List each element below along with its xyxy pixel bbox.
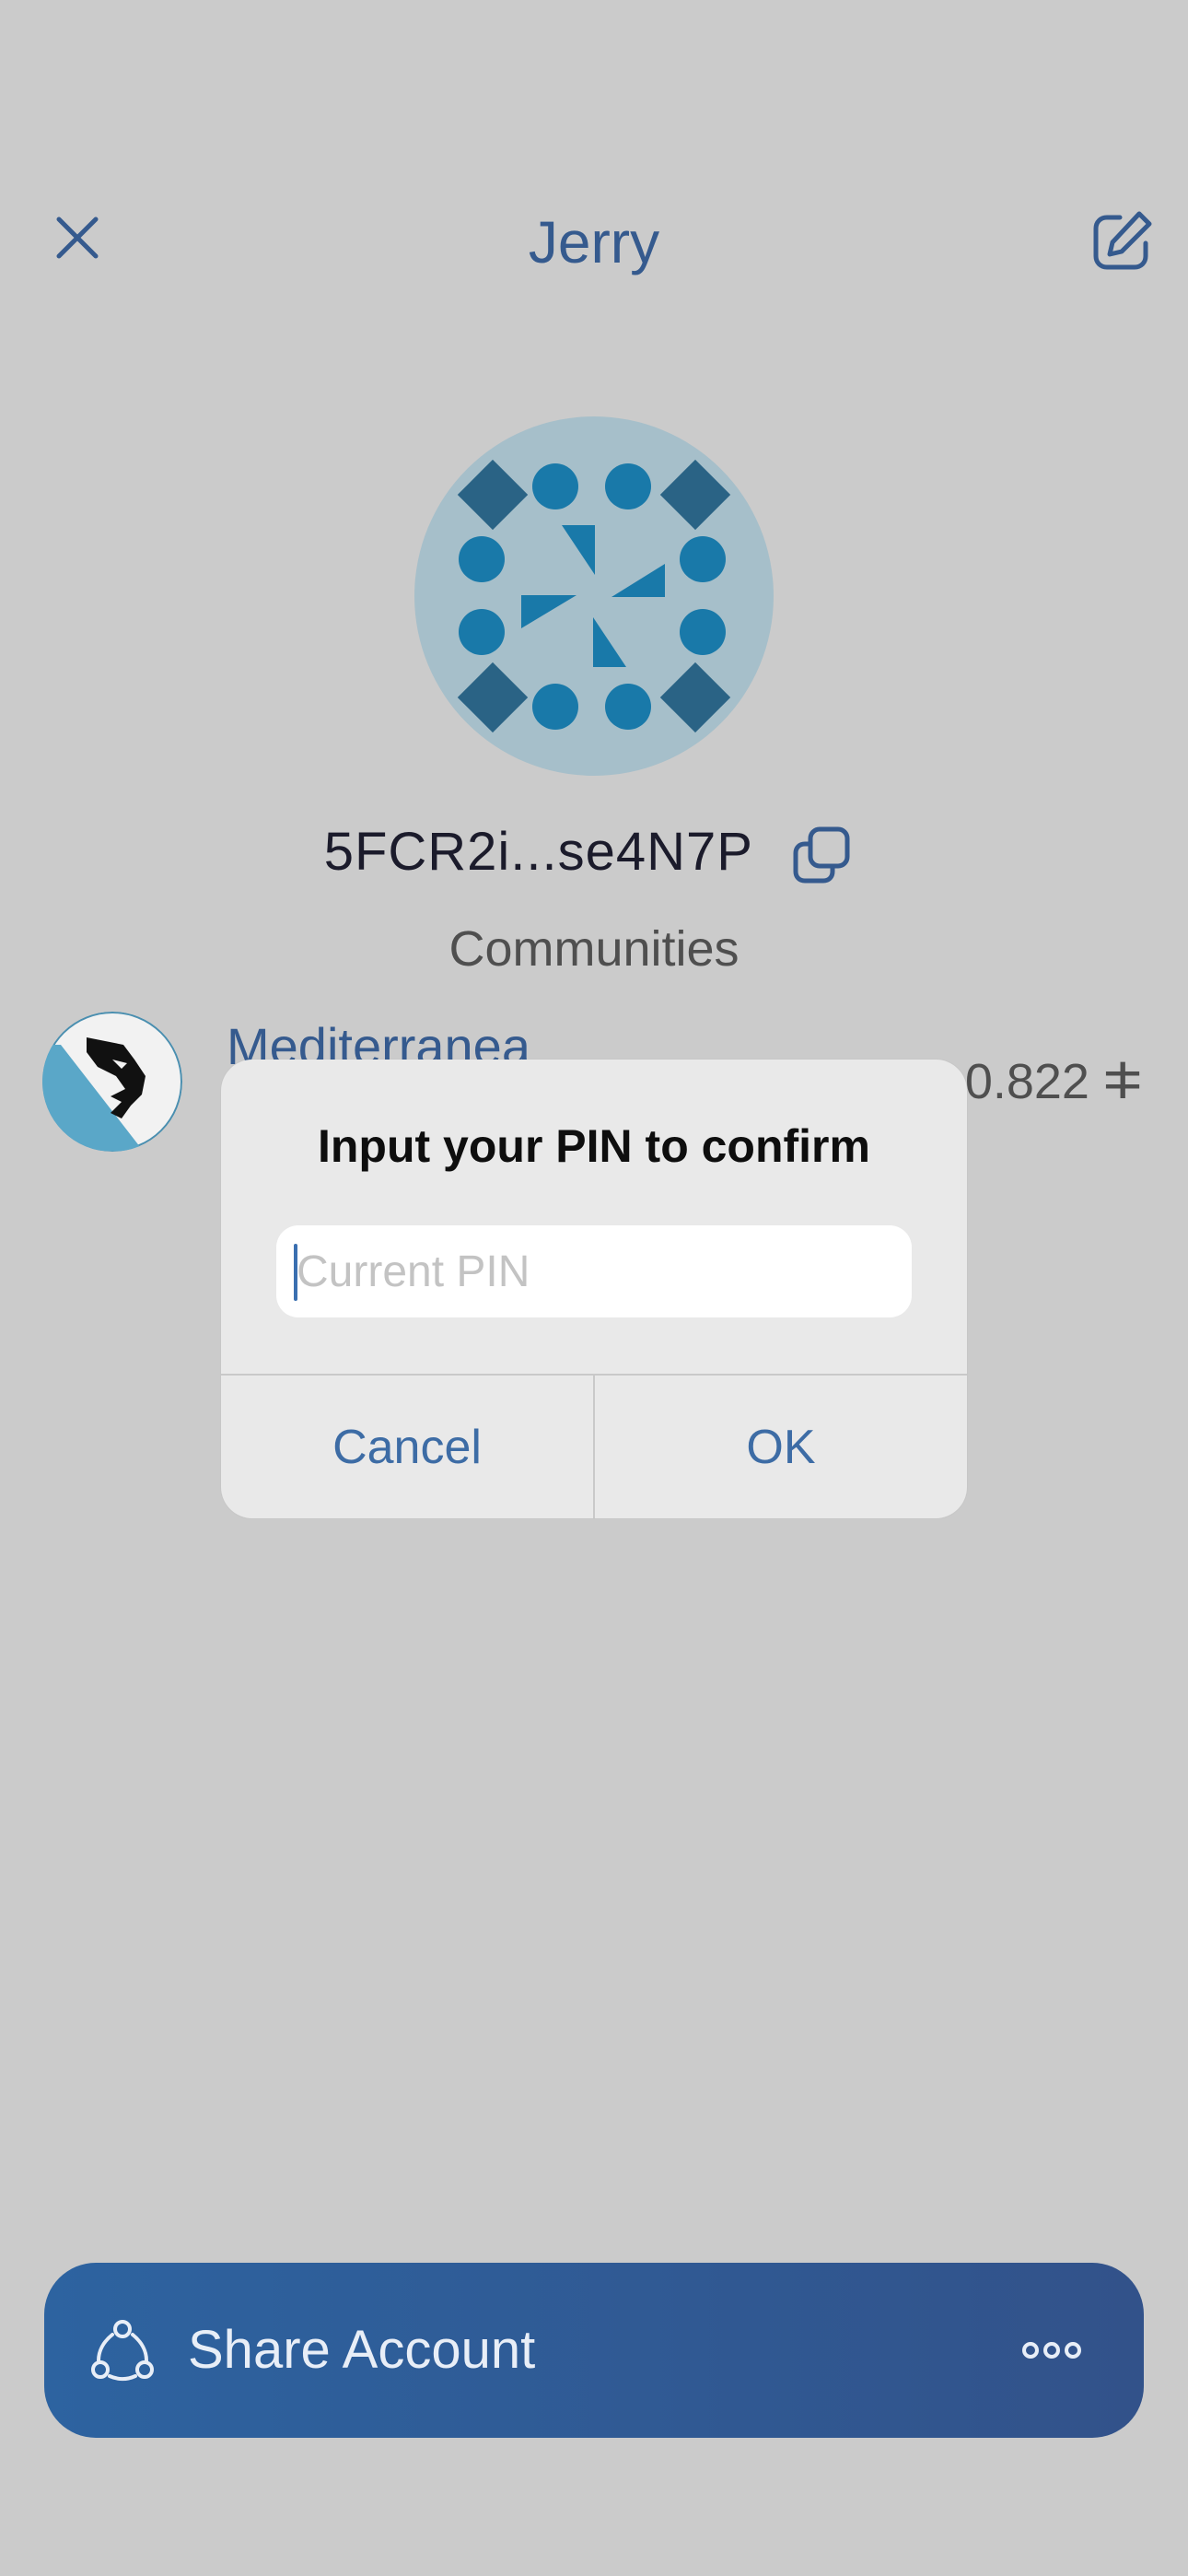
pin-input[interactable] bbox=[276, 1225, 912, 1317]
share-account-button[interactable]: Share Account bbox=[44, 2263, 1144, 2438]
page-title: Jerry bbox=[528, 209, 660, 275]
share-account-label: Share Account bbox=[188, 2320, 536, 2380]
edit-button[interactable] bbox=[1085, 205, 1159, 278]
pin-dialog: Input your PIN to confirm Cancel OK bbox=[221, 1060, 967, 1518]
copy-address-button[interactable] bbox=[786, 820, 856, 890]
edit-icon bbox=[1093, 211, 1152, 270]
cancel-button[interactable]: Cancel bbox=[221, 1376, 593, 1518]
share-icon bbox=[91, 2320, 154, 2381]
ok-button[interactable]: OK bbox=[595, 1376, 967, 1518]
account-address: 5FCR2i...se4N7P bbox=[323, 822, 753, 882]
community-avatar[interactable] bbox=[42, 1012, 182, 1152]
copy-icon bbox=[793, 826, 850, 884]
more-icon bbox=[1022, 2342, 1081, 2359]
account-identicon bbox=[414, 416, 774, 776]
text-cursor bbox=[294, 1244, 297, 1301]
more-options-button[interactable] bbox=[1015, 2327, 1089, 2373]
dialog-title: Input your PIN to confirm bbox=[318, 1120, 870, 1172]
communities-heading: Communities bbox=[448, 921, 740, 977]
